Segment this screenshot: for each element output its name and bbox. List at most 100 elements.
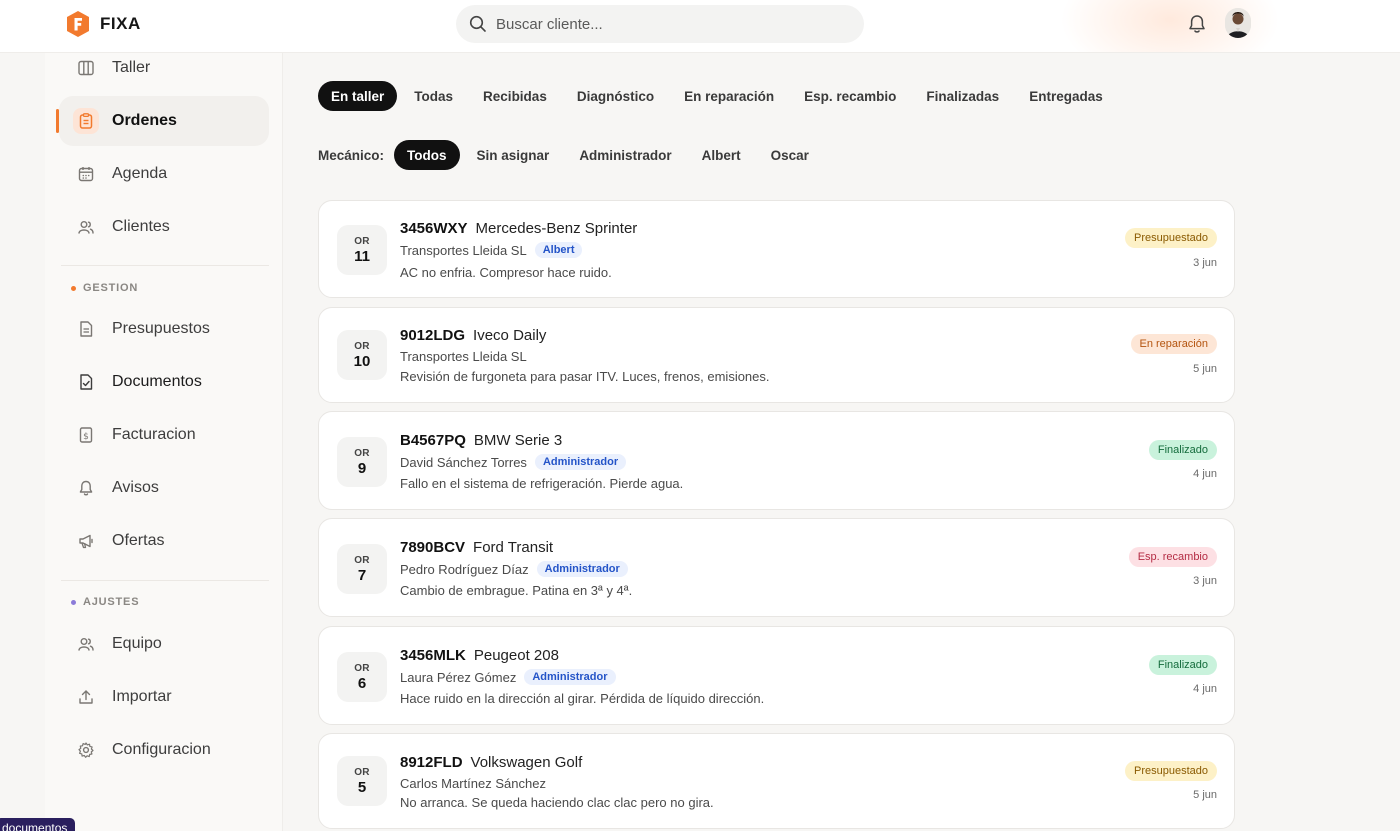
or-number: 9 xyxy=(357,459,367,477)
tab-finalizadas[interactable]: Finalizadas xyxy=(913,81,1012,111)
search-icon xyxy=(469,15,486,32)
sidebar-item-taller[interactable]: Taller xyxy=(59,43,269,93)
mechanic-badge: Administrador xyxy=(534,454,627,470)
mechanic-option-administrador[interactable]: Administrador xyxy=(566,140,684,170)
file-check-icon xyxy=(73,369,99,395)
status-badge: Finalizado xyxy=(1148,655,1217,675)
order-number-badge: OR 5 xyxy=(337,756,387,806)
sidebar-item-equipo[interactable]: Equipo xyxy=(59,619,269,669)
order-date: 5 jun xyxy=(1193,363,1217,375)
vehicle-line: 8912FLD Volkswagen Golf xyxy=(400,754,582,771)
sidebar-item-label: Documentos xyxy=(112,373,202,390)
active-indicator xyxy=(56,109,59,133)
mechanic-badge: Administrador xyxy=(536,561,628,577)
sidebar-item-configuracion[interactable]: Configuracion xyxy=(59,725,269,775)
sidebar-item-agenda[interactable]: Agenda xyxy=(59,149,269,199)
vehicle-line: 3456WXY Mercedes-Benz Sprinter xyxy=(400,220,637,237)
file-text-icon xyxy=(73,316,99,342)
search-input[interactable] xyxy=(496,15,836,33)
order-description: AC no enfria. Compresor hace ruido. xyxy=(400,265,612,280)
section-title: AJUSTES xyxy=(83,596,140,608)
order-card[interactable]: OR 9 B4567PQ BMW Serie 3 David Sánchez T… xyxy=(318,411,1235,510)
sidebar-item-avisos[interactable]: Avisos xyxy=(59,463,269,513)
dollar-file-icon: $ xyxy=(73,422,99,448)
order-description: Revisión de furgoneta para pasar ITV. Lu… xyxy=(400,369,770,384)
or-label: OR xyxy=(354,554,370,566)
order-card[interactable]: OR 10 9012LDG Iveco Daily Transportes Ll… xyxy=(318,307,1235,403)
users-icon xyxy=(73,631,99,657)
vehicle-line: B4567PQ BMW Serie 3 xyxy=(400,432,562,449)
section-dot xyxy=(71,599,76,605)
sidebar-item-label: Configuracion xyxy=(112,741,211,758)
sidebar-item-label: Ordenes xyxy=(112,112,177,129)
client-line: David Sánchez Torres Administrador xyxy=(400,454,627,470)
sidebar-item-importar[interactable]: Importar xyxy=(59,672,269,722)
mechanic-badge: Albert xyxy=(534,242,583,258)
tab-recibidas[interactable]: Recibidas xyxy=(470,81,560,111)
avatar-image xyxy=(1225,8,1251,38)
notifications-bell-icon[interactable] xyxy=(1186,13,1208,35)
search-bar[interactable] xyxy=(456,5,864,43)
status-badge: Esp. recambio xyxy=(1128,547,1217,567)
sidebar-item-ordenes[interactable]: Ordenes xyxy=(56,96,269,146)
app-logo[interactable]: FIXA xyxy=(66,10,141,38)
client-line: Transportes Lleida SL xyxy=(400,349,527,364)
client-name: Pedro Rodríguez Díaz xyxy=(400,561,529,577)
order-description: Fallo en el sistema de refrigeración. Pi… xyxy=(400,476,684,491)
mechanic-option-sin-asignar[interactable]: Sin asignar xyxy=(464,140,563,170)
order-number-badge: OR 9 xyxy=(337,437,387,487)
order-card[interactable]: OR 5 8912FLD Volkswagen Golf Carlos Mart… xyxy=(318,733,1235,829)
or-label: OR xyxy=(354,662,370,674)
client-name: Transportes Lleida SL xyxy=(400,242,527,258)
tab-esp-recambio[interactable]: Esp. recambio xyxy=(791,81,909,111)
section-title: GESTION xyxy=(83,282,139,294)
mechanic-option-todos[interactable]: Todos xyxy=(394,140,460,170)
vehicle-model: BMW Serie 3 xyxy=(473,432,563,449)
vehicle-model: Iveco Daily xyxy=(473,327,547,344)
order-card[interactable]: OR 7 7890BCV Ford Transit Pedro Rodrígue… xyxy=(318,518,1235,617)
sidebar-item-presupuestos[interactable]: Presupuestos xyxy=(59,304,269,354)
sidebar-item-ofertas[interactable]: Ofertas xyxy=(59,516,269,566)
mechanic-filter: Mecánico: Todos Sin asignar Administrado… xyxy=(318,140,822,170)
tab-en-reparacion[interactable]: En reparación xyxy=(671,81,787,111)
order-card[interactable]: OR 11 3456WXY Mercedes-Benz Sprinter Tra… xyxy=(318,200,1235,298)
section-divider xyxy=(61,265,269,266)
status-filter-tabs: En taller Todas Recibidas Diagnóstico En… xyxy=(318,81,1116,111)
or-number: 10 xyxy=(353,352,371,370)
license-plate: 9012LDG xyxy=(400,327,466,344)
sidebar-item-label: Presupuestos xyxy=(112,320,210,337)
order-date: 3 jun xyxy=(1193,257,1217,269)
tab-en-taller[interactable]: En taller xyxy=(318,81,398,111)
client-name: Transportes Lleida SL xyxy=(400,349,527,364)
bell-icon xyxy=(73,475,99,501)
section-divider xyxy=(61,580,269,581)
order-number-badge: OR 7 xyxy=(337,544,387,594)
order-description: No arranca. Se queda haciendo clac clac … xyxy=(400,795,714,810)
or-label: OR xyxy=(354,340,370,352)
status-badge: En reparación xyxy=(1130,334,1217,354)
mechanic-option-oscar[interactable]: Oscar xyxy=(758,140,822,170)
sidebar-item-documentos[interactable]: Documentos xyxy=(59,357,269,407)
order-number-badge: OR 11 xyxy=(337,225,387,275)
sidebar-item-label: Taller xyxy=(112,59,151,76)
client-name: Laura Pérez Gómez xyxy=(400,669,517,685)
license-plate: 7890BCV xyxy=(400,539,466,556)
order-date: 3 jun xyxy=(1193,575,1217,587)
megaphone-icon xyxy=(73,528,99,554)
order-card[interactable]: OR 6 3456MLK Peugeot 208 Laura Pérez Góm… xyxy=(318,626,1235,725)
tab-entregadas[interactable]: Entregadas xyxy=(1016,81,1116,111)
license-plate: 3456MLK xyxy=(400,647,466,664)
svg-text:$: $ xyxy=(83,432,89,442)
or-label: OR xyxy=(354,447,370,459)
tab-todas[interactable]: Todas xyxy=(401,81,466,111)
tab-diagnostico[interactable]: Diagnóstico xyxy=(564,81,667,111)
or-label: OR xyxy=(354,766,370,778)
order-description: Cambio de embrague. Patina en 3ª y 4ª. xyxy=(400,583,633,598)
user-avatar[interactable] xyxy=(1225,8,1251,38)
status-badge: Presupuestado xyxy=(1125,228,1217,248)
sidebar-item-clientes[interactable]: Clientes xyxy=(59,202,269,252)
sidebar-item-facturacion[interactable]: $ Facturacion xyxy=(59,410,269,460)
mechanic-option-albert[interactable]: Albert xyxy=(689,140,754,170)
order-number-badge: OR 10 xyxy=(337,330,387,380)
vehicle-model: Volkswagen Golf xyxy=(470,754,583,771)
